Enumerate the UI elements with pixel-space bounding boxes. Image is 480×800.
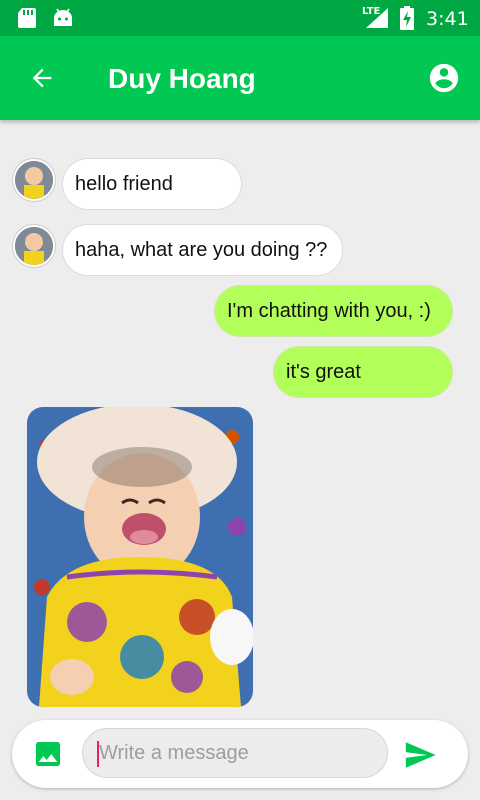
baby-photo	[27, 407, 253, 707]
image-icon[interactable]	[32, 738, 64, 770]
message-input[interactable]: Write a message	[82, 728, 388, 778]
send-icon[interactable]	[400, 738, 440, 772]
image-message[interactable]	[27, 407, 253, 707]
message-bubble-outgoing[interactable]: it's great	[274, 347, 452, 397]
message-list[interactable]: hello friend haha, what are you doing ??…	[0, 120, 480, 720]
text-cursor	[97, 741, 99, 767]
avatar-image	[15, 227, 53, 265]
avatar-image	[15, 161, 53, 199]
sd-card-icon	[18, 8, 36, 28]
message-bubble-incoming[interactable]: hello friend	[63, 159, 241, 209]
battery-charging-icon	[400, 6, 414, 30]
contact-avatar[interactable]	[13, 225, 55, 267]
arrow-back-icon	[32, 68, 52, 88]
contact-avatar[interactable]	[13, 159, 55, 201]
message-composer: Write a message	[12, 720, 468, 788]
android-icon	[54, 8, 72, 26]
account-circle-icon	[429, 63, 459, 93]
message-bubble-incoming[interactable]: haha, what are you doing ??	[63, 225, 342, 275]
app-bar: Duy Hoang	[0, 36, 480, 120]
message-bubble-outgoing[interactable]: I'm chatting with you, :)	[215, 286, 452, 336]
back-button[interactable]	[22, 60, 62, 96]
signal-icon	[366, 8, 388, 28]
status-bar: LTE 3:41	[0, 0, 480, 36]
clock: 3:41	[426, 8, 469, 30]
profile-button[interactable]	[424, 58, 464, 98]
contact-name-title: Duy Hoang	[108, 63, 256, 94]
